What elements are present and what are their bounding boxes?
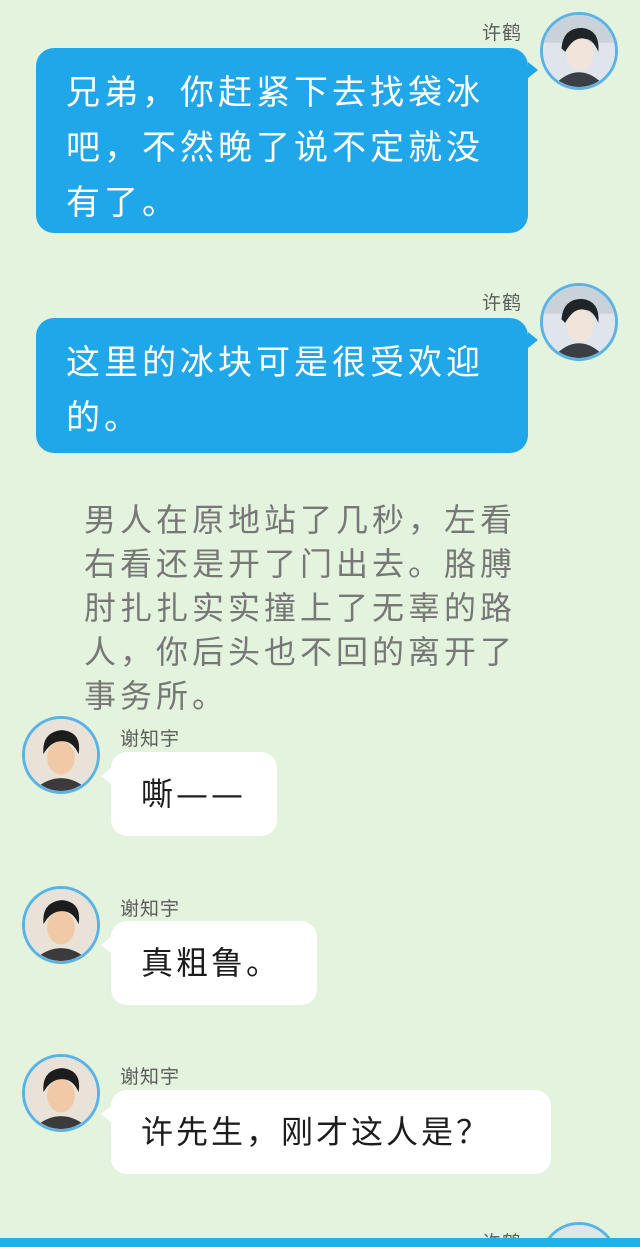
- message-bubble[interactable]: 这里的冰块可是很受欢迎的。: [36, 318, 528, 453]
- avatar-icon[interactable]: [22, 716, 100, 794]
- message-bubble[interactable]: 许先生，刚才这人是？: [111, 1090, 551, 1174]
- avatar-icon[interactable]: [22, 1054, 100, 1132]
- message-text: 嘶——: [141, 775, 247, 813]
- message-bubble[interactable]: 真粗鲁。: [111, 921, 317, 1005]
- message-text: 这里的冰块可是很受欢迎的。: [66, 343, 484, 438]
- sender-name: 谢知宇: [120, 728, 181, 750]
- bubble-tail: [528, 332, 538, 348]
- sender-name: 许鹤: [481, 22, 522, 44]
- sender-name: 许鹤: [481, 292, 522, 314]
- bubble-tail: [101, 937, 111, 953]
- message-text: 真粗鲁。: [141, 944, 282, 982]
- message-bubble[interactable]: 兄弟，你赶紧下去找袋冰吧，不然晚了说不定就没有了。: [36, 48, 528, 233]
- avatar-icon[interactable]: [22, 886, 100, 964]
- bubble-tail: [101, 1106, 111, 1122]
- bottom-bar: [0, 1238, 640, 1247]
- message-text: 兄弟，你赶紧下去找袋冰吧，不然晚了说不定就没有了。: [66, 73, 484, 223]
- bubble-tail: [528, 62, 538, 78]
- avatar-icon[interactable]: [540, 12, 618, 90]
- narration-text: 男人在原地站了几秒，左看右看还是开了门出去。胳膊肘扎扎实实撞上了无辜的路人，你后…: [84, 501, 517, 715]
- sender-name: 谢知宇: [120, 1066, 181, 1088]
- chat-screen: 许鹤 兄弟，你赶紧下去找袋冰吧，不然晚了说不定就没有了。 许鹤 这里的冰块可是很…: [0, 0, 640, 1247]
- avatar-icon[interactable]: [540, 283, 618, 361]
- message-bubble[interactable]: 嘶——: [111, 752, 277, 836]
- sender-name: 谢知宇: [120, 898, 181, 920]
- bubble-tail: [101, 768, 111, 784]
- message-text: 许先生，刚才这人是？: [141, 1113, 492, 1151]
